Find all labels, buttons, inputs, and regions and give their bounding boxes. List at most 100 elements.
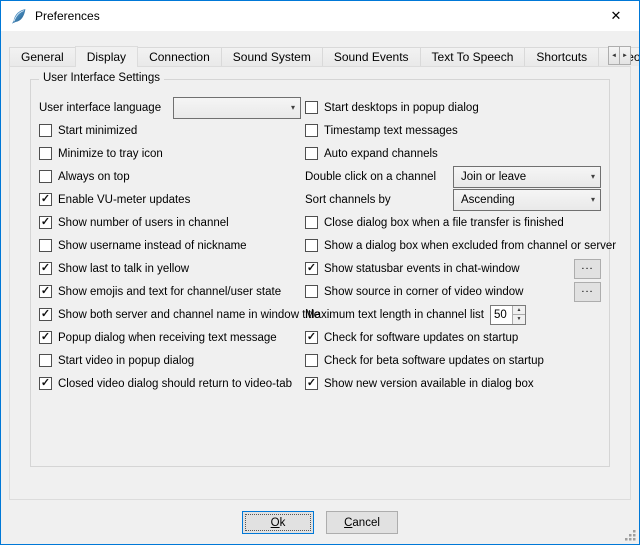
checkbox-label: Always on top [58, 171, 130, 183]
checkbox[interactable]: ✓ [305, 262, 318, 275]
checkbox[interactable] [305, 239, 318, 252]
max-text-length-value[interactable]: 50 [491, 306, 512, 324]
checkbox[interactable] [39, 147, 52, 160]
double-click-label: Double click on a channel [305, 171, 436, 183]
language-label: User interface language [39, 102, 173, 114]
double-click-combobox[interactable]: Join or leave ▾ [453, 166, 601, 188]
checkbox-label: Enable VU-meter updates [58, 194, 190, 206]
tab-scroll-right-button[interactable]: ► [619, 46, 631, 65]
tab-scroll-control: ◄ ► [609, 46, 631, 65]
checkbox[interactable] [39, 124, 52, 137]
checkbox-show-emojis-and-text-for-channel-user-state[interactable]: ✓ Show emojis and text for channel/user … [39, 280, 305, 303]
checkbox[interactable] [39, 170, 52, 183]
spinner-down-button[interactable]: ▼ [513, 315, 525, 324]
checkbox[interactable] [305, 101, 318, 114]
checkbox[interactable]: ✓ [39, 331, 52, 344]
checkbox-show-statusbar-events-in-chat-window[interactable]: ✓ Show statusbar events in chat-window .… [305, 257, 601, 280]
checkbox[interactable] [305, 124, 318, 137]
checkbox[interactable] [39, 354, 52, 367]
checkbox[interactable]: ✓ [39, 193, 52, 206]
chevron-down-icon: ▾ [585, 195, 595, 204]
ok-button-label: k [280, 517, 286, 529]
checkbox-show-new-version-available-in-dialog-box[interactable]: ✓ Show new version available in dialog b… [305, 372, 601, 395]
checkbox-show-both-server-and-channel-name-in-window-title[interactable]: ✓ Show both server and channel name in w… [39, 303, 305, 326]
checkbox-timestamp-text-messages[interactable]: Timestamp text messages [305, 119, 601, 142]
max-text-length-spinner[interactable]: 50 ▲ ▼ [490, 305, 526, 325]
checkbox-always-on-top[interactable]: Always on top [39, 165, 305, 188]
checkbox[interactable] [39, 239, 52, 252]
tab-sound-events[interactable]: Sound Events [322, 47, 421, 66]
checkbox-check-for-software-updates-on-startup[interactable]: ✓ Check for software updates on startup [305, 326, 601, 349]
checkbox-show-number-of-users-in-channel[interactable]: ✓ Show number of users in channel [39, 211, 305, 234]
checkbox-label: Auto expand channels [324, 148, 438, 160]
checkbox-label: Popup dialog when receiving text message [58, 332, 277, 344]
checkbox-label: Close dialog box when a file transfer is… [324, 217, 564, 229]
checkbox-enable-vu-meter-updates[interactable]: ✓ Enable VU-meter updates [39, 188, 305, 211]
sort-channels-row: Sort channels by Ascending ▾ [305, 188, 601, 211]
arrow-down-icon: ▼ [516, 316, 521, 322]
checkbox-popup-dialog-when-receiving-text-message[interactable]: ✓ Popup dialog when receiving text messa… [39, 326, 305, 349]
right-column: Start desktops in popup dialog Timestamp… [305, 96, 601, 395]
sort-channels-combobox-value: Ascending [461, 194, 515, 206]
checkbox[interactable]: ✓ [305, 331, 318, 344]
checkbox[interactable]: ✓ [39, 216, 52, 229]
checkbox-start-video-in-popup-dialog[interactable]: Start video in popup dialog [39, 349, 305, 372]
checkbox[interactable]: ✓ [39, 262, 52, 275]
checkbox-start-desktops-in-popup-dialog[interactable]: Start desktops in popup dialog [305, 96, 601, 119]
checkbox[interactable]: ✓ [39, 377, 52, 390]
checkbox[interactable] [305, 216, 318, 229]
checkbox-show-username-instead-of-nickname[interactable]: Show username instead of nickname [39, 234, 305, 257]
display-tab-panel: User Interface Settings User interface l… [9, 66, 631, 500]
ok-button[interactable]: Ok [242, 511, 314, 534]
checkbox[interactable] [305, 147, 318, 160]
sort-channels-label: Sort channels by [305, 194, 391, 206]
checkbox[interactable] [305, 354, 318, 367]
close-icon: ✕ [611, 8, 622, 24]
tab-sound-system[interactable]: Sound System [221, 47, 323, 66]
max-text-length-row: Maximum text length in channel list 50 ▲… [305, 303, 601, 326]
user-interface-settings-group: User Interface Settings User interface l… [30, 79, 610, 467]
tab-display[interactable]: Display [75, 46, 138, 67]
statusbar-events-browse-button[interactable]: ... [574, 259, 601, 279]
checkbox-label: Show source in corner of video window [324, 286, 523, 298]
dialog-footer: Ok Cancel [1, 511, 639, 534]
ok-button-mnemonic: O [271, 517, 280, 529]
language-combobox[interactable]: ▾ [173, 97, 301, 119]
cancel-button[interactable]: Cancel [326, 511, 398, 534]
checkbox-minimize-to-tray-icon[interactable]: Minimize to tray icon [39, 142, 305, 165]
sort-channels-combobox[interactable]: Ascending ▾ [453, 189, 601, 211]
checkbox-show-source-in-corner-of-video-window[interactable]: Show source in corner of video window ..… [305, 280, 601, 303]
cancel-button-label: ancel [352, 517, 380, 529]
checkbox-label: Show number of users in channel [58, 217, 229, 229]
checkbox[interactable]: ✓ [39, 285, 52, 298]
checkbox-label: Closed video dialog should return to vid… [58, 378, 292, 390]
checkbox-show-last-to-talk-in-yellow[interactable]: ✓ Show last to talk in yellow [39, 257, 305, 280]
tab-text-to-speech[interactable]: Text To Speech [420, 47, 526, 66]
double-click-combobox-value: Join or leave [461, 171, 526, 183]
chevron-right-icon: ► [622, 53, 628, 59]
close-button[interactable]: ✕ [593, 1, 639, 31]
checkbox-check-for-beta-software-updates-on-startup[interactable]: Check for beta software updates on start… [305, 349, 601, 372]
tab-general[interactable]: General [9, 47, 76, 66]
tab-shortcuts[interactable]: Shortcuts [524, 47, 599, 66]
checkbox-label: Show both server and channel name in win… [58, 309, 320, 321]
checkbox-show-dialog-box-when-excluded[interactable]: Show a dialog box when excluded from cha… [305, 234, 601, 257]
app-icon [10, 8, 27, 25]
checkbox-label: Check for software updates on startup [324, 332, 518, 344]
video-source-browse-button[interactable]: ... [574, 282, 601, 302]
checkbox-closed-video-dialog-should-return-to-video-tab[interactable]: ✓ Closed video dialog should return to v… [39, 372, 305, 395]
checkbox-label: Show username instead of nickname [58, 240, 247, 252]
checkbox-close-dialog-box-when-file-transfer-finished[interactable]: Close dialog box when a file transfer is… [305, 211, 601, 234]
checkbox-start-minimized[interactable]: Start minimized [39, 119, 305, 142]
resize-grip-icon[interactable] [624, 529, 637, 542]
checkbox-label: Show last to talk in yellow [58, 263, 189, 275]
checkbox-label: Show emojis and text for channel/user st… [58, 286, 281, 298]
checkbox[interactable]: ✓ [39, 308, 52, 321]
tab-connection[interactable]: Connection [137, 47, 222, 66]
spinner-up-button[interactable]: ▲ [513, 306, 525, 316]
window-title: Preferences [35, 9, 100, 23]
checkbox-label: Start video in popup dialog [58, 355, 194, 367]
checkbox[interactable] [305, 285, 318, 298]
checkbox-auto-expand-channels[interactable]: Auto expand channels [305, 142, 601, 165]
checkbox[interactable]: ✓ [305, 377, 318, 390]
